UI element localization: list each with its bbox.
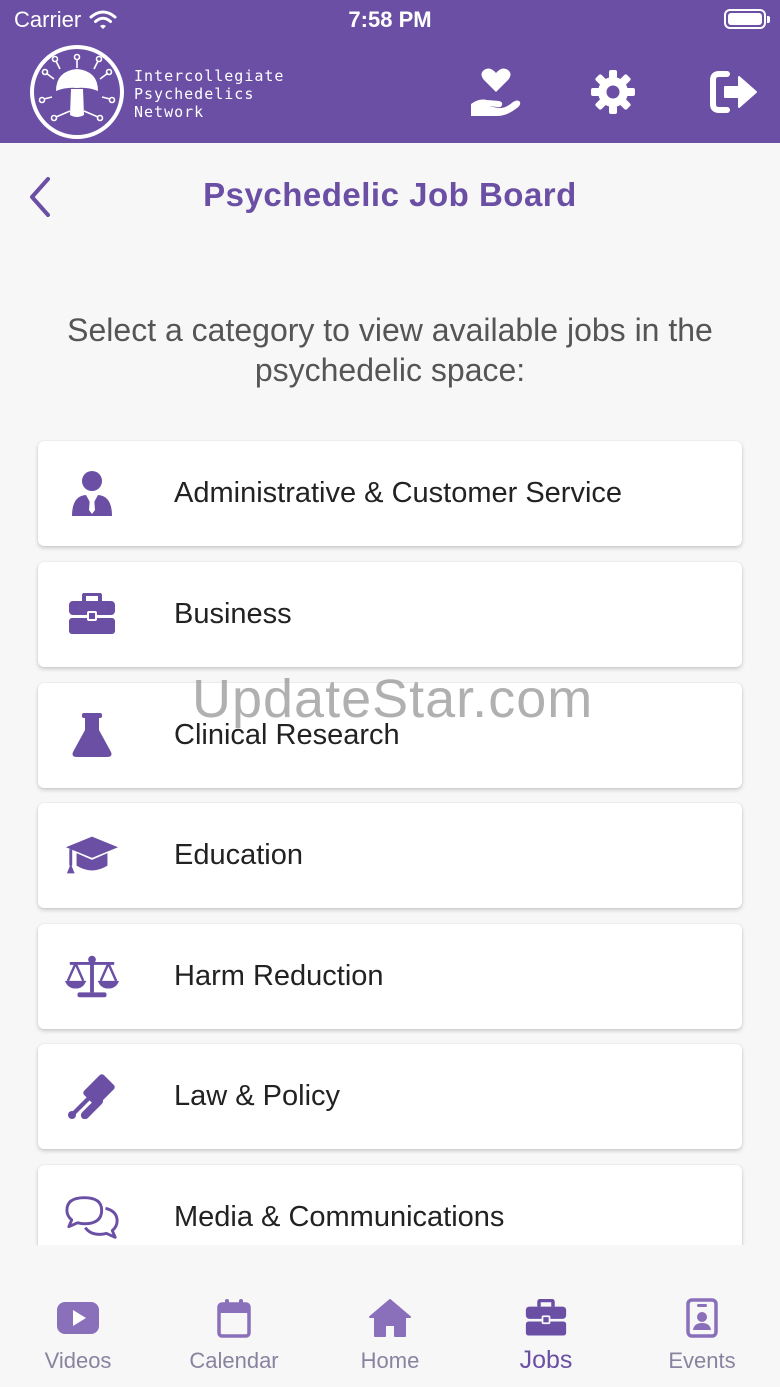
tab-home[interactable]: Home (312, 1258, 468, 1387)
title-row: Psychedelic Job Board (0, 143, 780, 253)
gear-icon (591, 70, 635, 114)
tab-label: Events (668, 1348, 736, 1373)
donate-heart-hand-icon (471, 68, 521, 116)
category-label: Clinical Research (174, 719, 400, 751)
tab-videos[interactable]: Videos (0, 1258, 156, 1387)
category-label: Administrative & Customer Service (174, 477, 623, 509)
calendar-icon (156, 1296, 312, 1340)
intro-text: Select a category to view available jobs… (67, 312, 713, 388)
briefcase-icon (468, 1296, 624, 1340)
category-list: Administrative & Customer Service Busine… (0, 430, 780, 1245)
category-label: Education (174, 839, 303, 871)
logout-button[interactable] (706, 64, 762, 120)
category-harm-reduction[interactable]: Harm Reduction (38, 924, 742, 1029)
category-label: Media & Communications (174, 1201, 505, 1233)
donate-button[interactable] (468, 64, 524, 120)
logo-line-1: Intercollegiate (134, 67, 285, 85)
logo-line-3: Network (134, 103, 205, 121)
tab-jobs[interactable]: Jobs (468, 1258, 624, 1387)
category-label: Harm Reduction (174, 960, 384, 992)
category-administrative[interactable]: Administrative & Customer Service (38, 441, 742, 546)
logo-line-2: Psychedelics (134, 85, 255, 103)
balance-scale-icon (64, 950, 120, 1002)
category-education[interactable]: Education (38, 803, 742, 908)
tab-events[interactable]: Events (624, 1258, 780, 1387)
page-title: Psychedelic Job Board (203, 176, 577, 213)
clock: 7:58 PM (348, 7, 432, 32)
bottom-tab-bar: Videos Calendar Home Jobs Events (0, 1258, 780, 1387)
id-badge-icon (624, 1296, 780, 1340)
tab-label: Home (360, 1348, 420, 1373)
video-icon (0, 1296, 156, 1340)
logout-icon (710, 71, 757, 113)
tab-calendar[interactable]: Calendar (156, 1258, 312, 1387)
category-business[interactable]: Business (38, 562, 742, 667)
graduation-cap-icon (64, 829, 120, 881)
tab-label: Jobs (519, 1346, 573, 1374)
battery-icon (724, 9, 770, 29)
logo-wordmark: Intercollegiate Psychedelics Network (134, 67, 284, 121)
tab-label: Videos (44, 1348, 112, 1373)
category-media-communications[interactable]: Media & Communications (38, 1165, 742, 1245)
settings-button[interactable] (585, 64, 641, 120)
home-icon (312, 1296, 468, 1340)
category-law-policy[interactable]: Law & Policy (38, 1044, 742, 1149)
user-tie-icon (64, 467, 120, 519)
status-bar: Carrier 7:58 PM (0, 0, 780, 40)
flask-icon (64, 709, 120, 761)
category-label: Business (174, 598, 292, 630)
briefcase-icon (64, 588, 120, 640)
logo-mushroom-icon (30, 45, 124, 139)
tab-label: Calendar (189, 1348, 279, 1373)
category-clinical-research[interactable]: Clinical Research (38, 683, 742, 788)
comments-icon (64, 1191, 120, 1243)
gavel-icon (64, 1070, 120, 1122)
app-header: Intercollegiate Psychedelics Network (0, 40, 780, 143)
category-label: Law & Policy (174, 1080, 341, 1112)
